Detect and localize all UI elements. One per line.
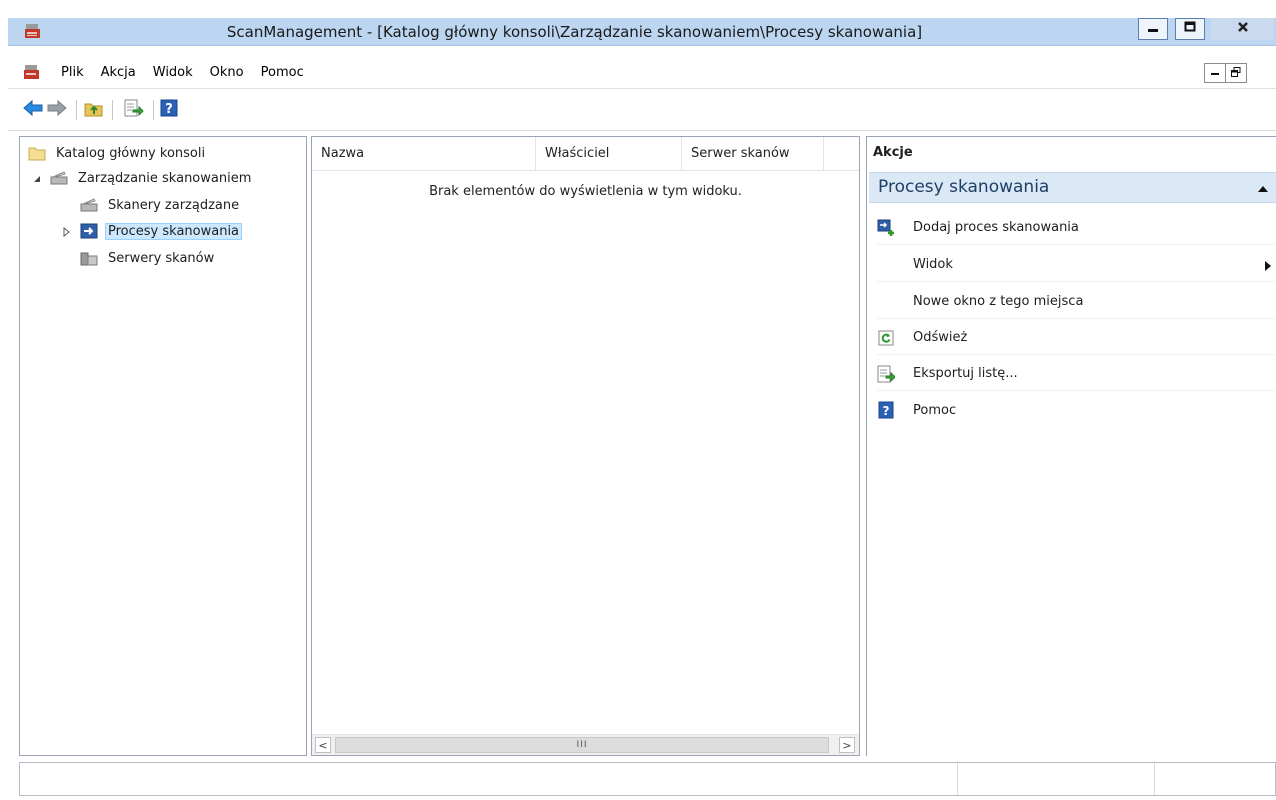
toolbar: ? [8,90,1276,131]
forward-arrow-icon [47,99,67,120]
menu-widok[interactable]: Widok [153,65,202,80]
status-separator [1154,763,1155,795]
list-header: Nazwa Właściciel Serwer skanów [312,137,859,171]
minimize-icon [1147,21,1159,37]
child-window-controls [1204,63,1247,83]
action-label: Eksportuj listę... [913,366,1018,381]
menu-pomoc[interactable]: Pomoc [261,65,313,80]
action-export-list[interactable]: Eksportuj listę... [877,357,1275,391]
scan-process-icon [80,223,98,239]
maximize-icon [1184,21,1196,37]
folder-icon [28,145,46,161]
menu-plik[interactable]: Plik [61,65,93,80]
action-help[interactable]: ? Pomoc [877,393,1275,427]
minimize-button[interactable] [1138,18,1168,40]
window-title: ScanManagement - [Katalog główny konsoli… [226,23,923,41]
result-list: Nazwa Właściciel Serwer skanów Brak elem… [311,136,860,756]
menu-akcja[interactable]: Akcja [101,65,145,80]
status-bar [19,762,1276,796]
action-new-window[interactable]: Nowe okno z tego miejsca [877,285,1275,319]
export-list-icon [877,365,895,383]
tree-node-scan-processes[interactable]: Procesy skanowania [62,221,243,241]
title-bar[interactable]: ScanManagement - [Katalog główny konsoli… [8,18,1276,46]
minimize-icon [1210,66,1220,81]
scroll-right-button[interactable]: > [839,737,855,753]
menu-okno[interactable]: Okno [210,65,253,80]
forward-button[interactable] [46,99,68,121]
close-icon [1237,21,1249,37]
server-icon [80,250,98,266]
action-refresh[interactable]: Odśwież [877,321,1275,355]
column-header-owner[interactable]: Właściciel [536,137,682,170]
action-view[interactable]: Widok [877,248,1275,282]
back-arrow-icon [23,99,43,120]
maximize-button[interactable] [1175,18,1205,40]
close-button[interactable] [1211,18,1274,40]
svg-text:?: ? [165,102,173,117]
console-tree: Katalog główny konsoli Zarządzanie skano… [19,136,307,756]
tree-label: Zarządzanie skanowaniem [78,170,252,186]
add-process-icon [877,219,895,237]
tree-label: Skanery zarządzane [108,197,240,213]
tree-node-scan-servers[interactable]: Serwery skanów [80,248,217,268]
toolbar-separator [112,100,113,120]
action-label: Odśwież [913,330,968,345]
collapse-up-icon[interactable] [1257,182,1269,197]
help-icon: ? [877,401,895,419]
empty-list-message: Brak elementów do wyświetlenia w tym wid… [429,184,742,199]
svg-text:?: ? [883,404,890,418]
up-one-level-button[interactable] [83,99,105,121]
action-label: Nowe okno z tego miejsca [913,294,1084,309]
column-header-scan-server[interactable]: Serwer skanów [682,137,824,170]
export-list-button[interactable] [123,99,145,121]
restore-icon [1231,66,1241,81]
action-label: Dodaj proces skanowania [913,220,1079,235]
actions-title: Akcje [873,145,913,160]
submenu-arrow-icon [1265,260,1271,275]
help-button[interactable]: ? [158,99,180,121]
action-label: Pomoc [913,402,957,418]
back-button[interactable] [22,99,44,121]
tree-label: Katalog główny konsoli [56,145,206,161]
tree-node-managed-scanners[interactable]: Skanery zarządzane [80,195,242,215]
tree-label-selected: Procesy skanowania [105,222,243,240]
tree-node-scan-management[interactable]: Zarządzanie skanowaniem [28,168,254,188]
app-icon[interactable] [23,64,41,81]
action-add-scan-process[interactable]: Dodaj proces skanowania [877,211,1275,245]
scroll-left-button[interactable]: < [315,737,331,753]
status-separator [957,763,958,795]
child-restore-button[interactable] [1225,63,1247,83]
scroll-thumb[interactable]: III [335,737,829,753]
refresh-icon [877,329,895,347]
toolbar-separator [153,100,154,120]
tree-label: Serwery skanów [108,250,215,266]
toolbar-separator [76,100,77,120]
up-folder-icon [84,99,104,121]
action-label: Widok [913,257,953,272]
actions-pane: Akcje Procesy skanowania Dodaj proces sk… [866,136,1276,756]
horizontal-scrollbar[interactable]: < III > [312,734,859,755]
actions-section-header[interactable]: Procesy skanowania [869,172,1276,203]
export-list-icon [124,99,144,121]
child-minimize-button[interactable] [1204,63,1226,83]
menu-bar: Plik Akcja Widok Okno Pomoc [8,58,1276,89]
actions-section-label: Procesy skanowania [878,177,1050,197]
scanner-icon [80,197,98,213]
expand-triangle-icon[interactable] [62,226,72,238]
help-icon: ? [160,99,178,121]
scanner-icon [50,170,68,186]
column-header-name[interactable]: Nazwa [312,137,536,170]
collapse-triangle-icon[interactable] [32,173,42,183]
tree-node-root[interactable]: Katalog główny konsoli [28,143,208,163]
